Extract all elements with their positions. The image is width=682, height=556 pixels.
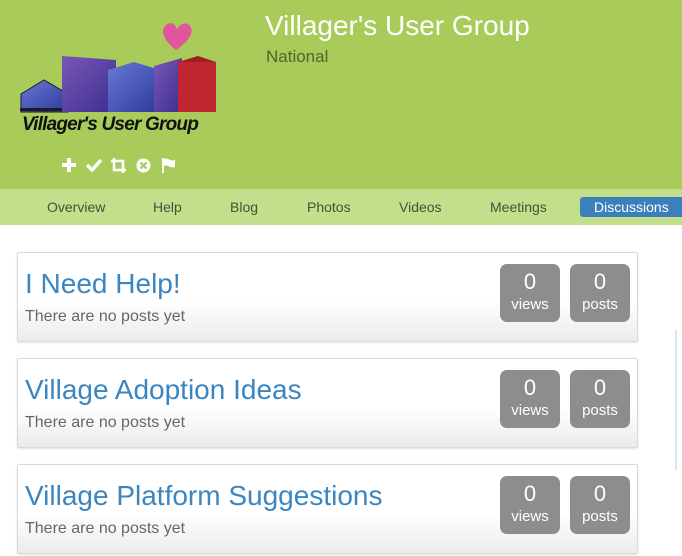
posts-label: posts	[582, 402, 618, 419]
discussion-description: There are no posts yet	[25, 308, 186, 325]
views-count: 0	[523, 481, 537, 506]
posts-count-badge: 0 posts	[570, 370, 630, 428]
group-logo: Villager's User Group	[18, 20, 220, 142]
posts-label: posts	[582, 296, 618, 313]
close-circle-icon[interactable]	[135, 156, 152, 174]
tab-overview[interactable]: Overview	[47, 189, 105, 225]
flag-icon[interactable]	[160, 156, 177, 174]
discussion-title[interactable]: I Need Help!	[25, 268, 181, 300]
discussion-title[interactable]: Village Platform Suggestions	[25, 480, 382, 512]
plus-icon[interactable]	[60, 156, 77, 174]
discussion-card[interactable]: Village Platform Suggestions There are n…	[17, 464, 638, 554]
group-subtitle: National	[266, 47, 329, 66]
discussion-card[interactable]: I Need Help! There are no posts yet 0 vi…	[17, 252, 638, 342]
views-count-badge: 0 views	[500, 370, 560, 428]
sidebar-edge-divider	[675, 330, 677, 470]
views-count-badge: 0 views	[500, 264, 560, 322]
posts-count-badge: 0 posts	[570, 264, 630, 322]
views-label: views	[511, 402, 549, 419]
tab-photos[interactable]: Photos	[307, 189, 351, 225]
discussion-card[interactable]: Village Adoption Ideas There are no post…	[17, 358, 638, 448]
group-actions	[60, 156, 177, 174]
views-count: 0	[523, 375, 537, 400]
posts-count: 0	[593, 269, 607, 294]
tab-blog[interactable]: Blog	[230, 189, 258, 225]
crop-icon[interactable]	[110, 156, 127, 174]
group-title: Villager's User Group	[265, 10, 530, 41]
views-label: views	[511, 508, 549, 525]
posts-count-badge: 0 posts	[570, 476, 630, 534]
tab-videos[interactable]: Videos	[399, 189, 442, 225]
views-label: views	[511, 296, 549, 313]
discussion-description: There are no posts yet	[25, 414, 186, 431]
views-count: 0	[523, 269, 537, 294]
group-nav: Overview Help Blog Photos Videos Meeting…	[0, 189, 682, 225]
logo-text: Villager's User Group	[22, 114, 199, 135]
tab-discussions[interactable]: Discussions	[580, 197, 682, 217]
discussion-description: There are no posts yet	[25, 520, 186, 537]
tab-meetings[interactable]: Meetings	[490, 189, 547, 225]
posts-label: posts	[582, 508, 618, 525]
tab-help[interactable]: Help	[153, 189, 182, 225]
group-header: Villager's User Group Villager's User Gr…	[0, 0, 682, 189]
posts-count: 0	[593, 481, 607, 506]
check-icon[interactable]	[85, 156, 102, 174]
posts-count: 0	[593, 375, 607, 400]
discussion-title[interactable]: Village Adoption Ideas	[25, 374, 302, 406]
views-count-badge: 0 views	[500, 476, 560, 534]
